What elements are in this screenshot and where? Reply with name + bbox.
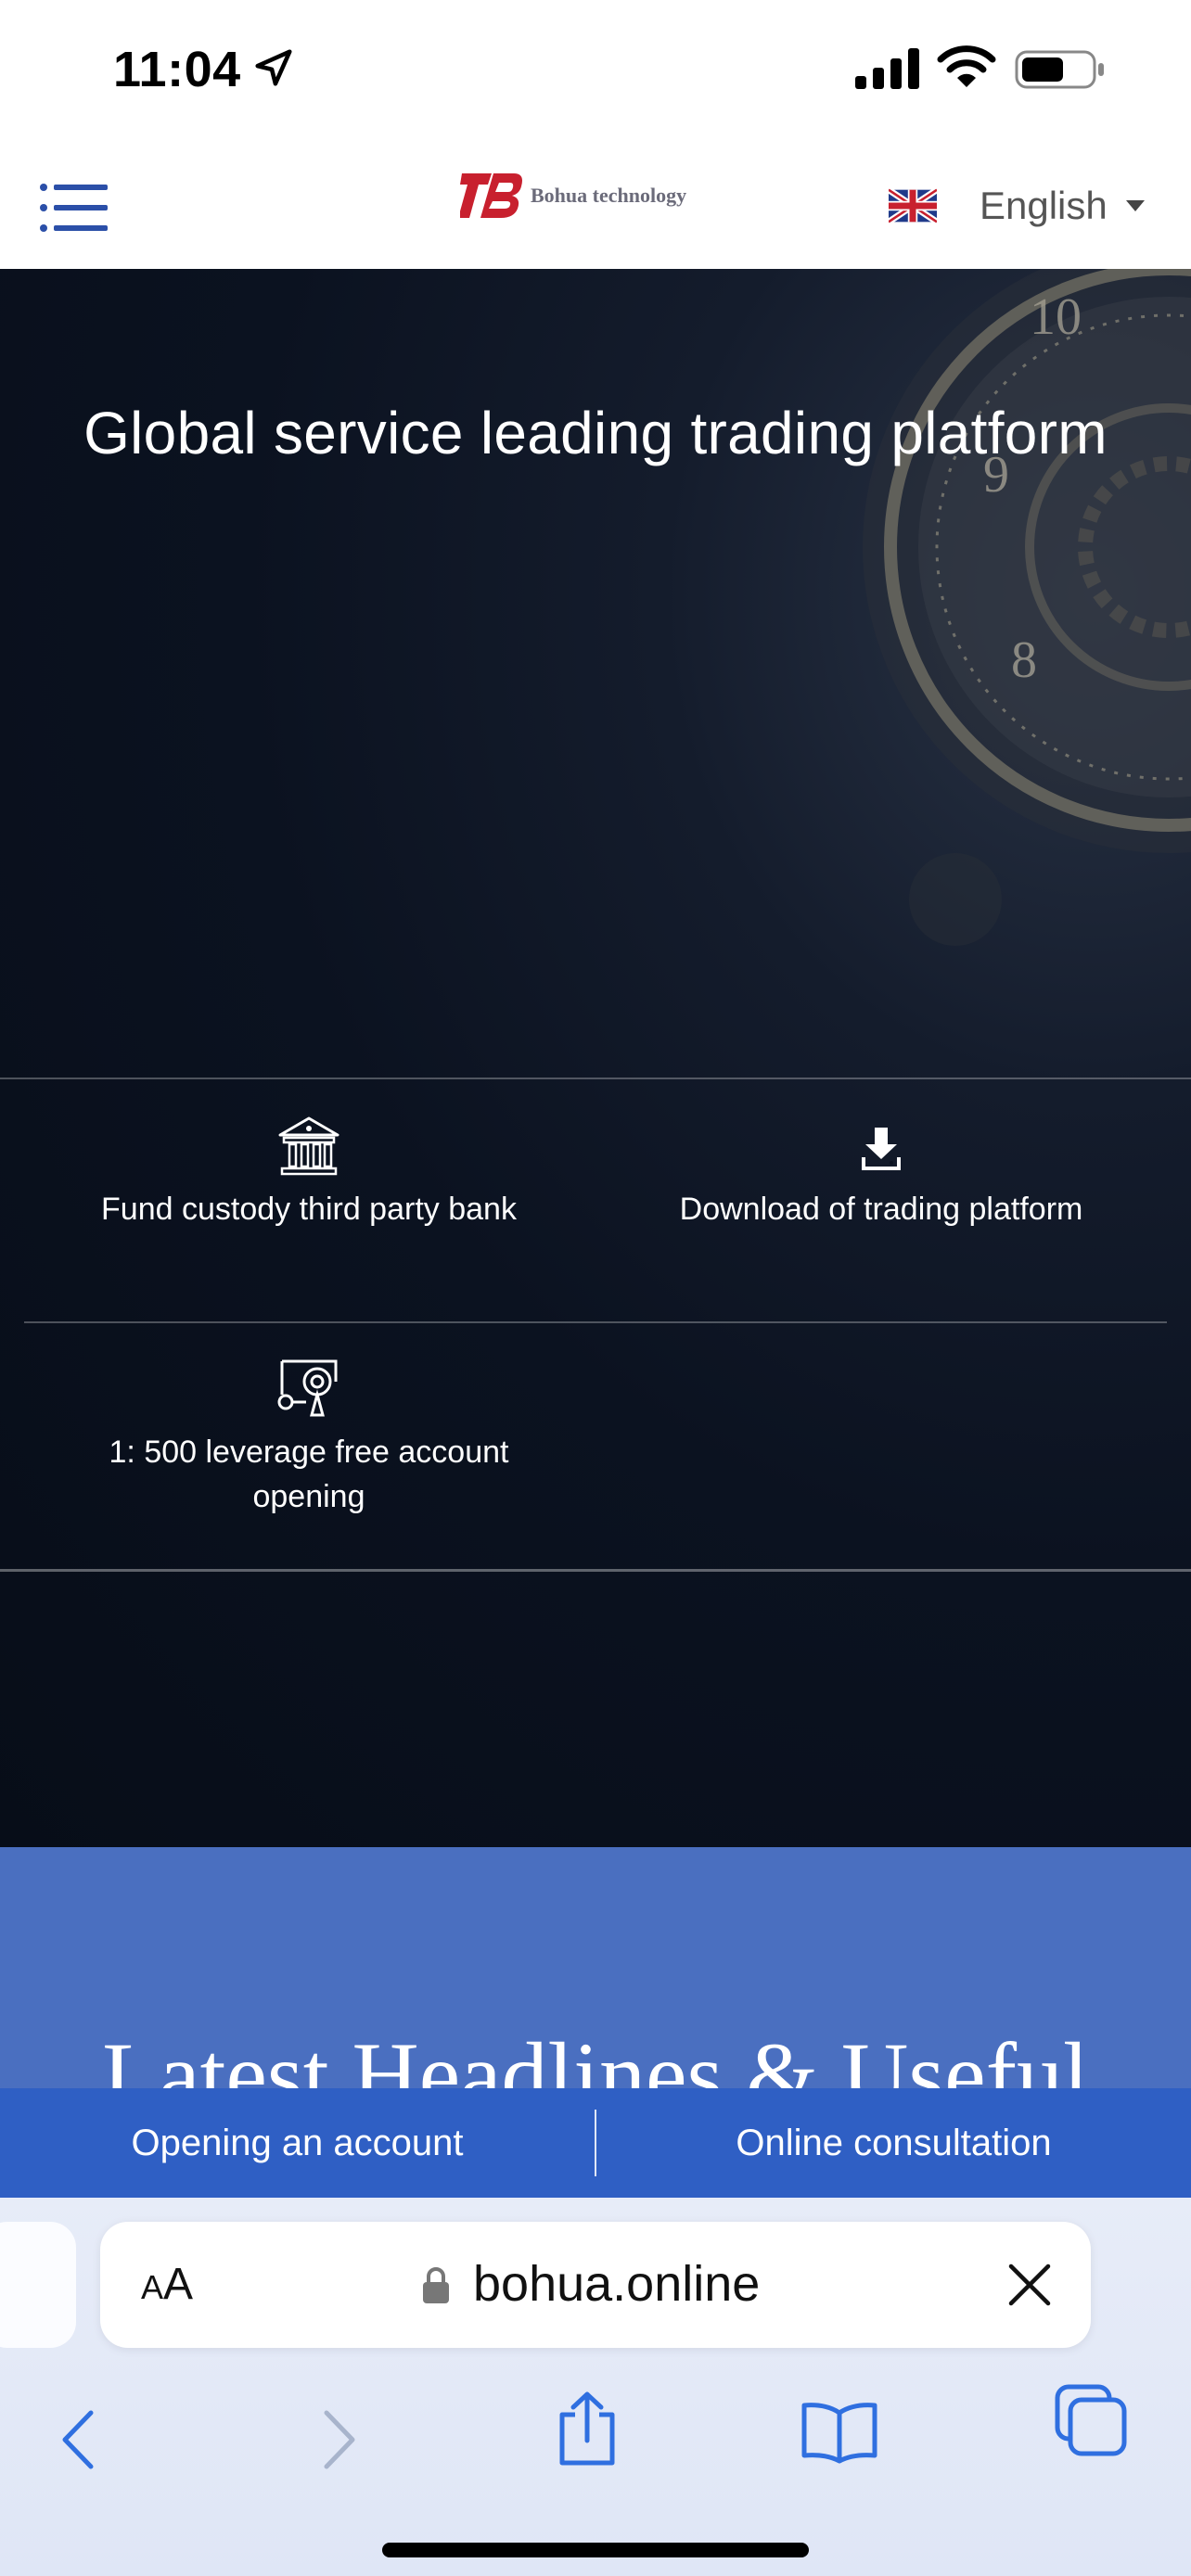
hero-banner: 9 8 10 Global service leading trading pl… xyxy=(0,269,1191,1847)
url-text: bohua.online xyxy=(473,2256,761,2312)
status-bar: 11:04 xyxy=(0,0,1191,139)
share-icon[interactable] xyxy=(555,2389,620,2468)
bank-icon xyxy=(278,1116,339,1176)
online-consultation-button[interactable]: Online consultation xyxy=(596,2123,1191,2164)
divider xyxy=(0,1078,1191,1079)
language-selector[interactable]: English xyxy=(889,169,1145,243)
forward-icon[interactable] xyxy=(317,2407,360,2472)
location-arrow-icon xyxy=(255,49,292,86)
bookmarks-icon[interactable] xyxy=(800,2400,879,2465)
wifi-icon xyxy=(937,45,996,87)
logo-text: Bohua technology xyxy=(531,184,687,207)
previous-tab-peek[interactable] xyxy=(0,2222,76,2348)
action-bar: Opening an account Online consultation xyxy=(0,2088,1191,2198)
battery-icon xyxy=(1015,50,1104,89)
feature-fund-custody[interactable]: Fund custody third party bank xyxy=(37,1115,581,1231)
divider xyxy=(0,1569,1191,1572)
status-time: 11:04 xyxy=(113,42,241,97)
download-icon xyxy=(862,1128,901,1170)
site-logo[interactable]: Bohua technology xyxy=(460,163,738,228)
open-account-button[interactable]: Opening an account xyxy=(0,2123,595,2164)
site-header: Bohua technology English xyxy=(0,139,1191,269)
cellular-signal-icon xyxy=(855,48,919,89)
feature-label: Download of trading platform xyxy=(679,1192,1083,1227)
uk-flag-icon xyxy=(889,187,937,224)
svg-text:8: 8 xyxy=(1011,631,1037,689)
caret-down-icon xyxy=(1125,200,1145,211)
feature-label: 1: 500 leverage free account opening xyxy=(109,1435,509,1514)
home-indicator xyxy=(382,2543,809,2557)
close-icon[interactable] xyxy=(1005,2261,1054,2309)
back-icon[interactable] xyxy=(58,2407,100,2472)
divider xyxy=(24,1321,1167,1323)
tabs-icon[interactable] xyxy=(1054,2383,1128,2457)
browser-toolbar: AA bohua.online xyxy=(0,2198,1191,2576)
headlines-section: Latest Headlines & Useful xyxy=(0,1847,1191,2088)
lock-icon xyxy=(423,2267,449,2303)
language-label: English xyxy=(980,184,1108,227)
reader-options-button[interactable]: AA xyxy=(141,2259,193,2310)
leverage-icon xyxy=(277,1359,338,1417)
headlines-title: Latest Headlines & Useful xyxy=(102,2023,1089,2088)
pocket-watch-image: 9 8 10 xyxy=(863,269,1191,946)
svg-text:10: 10 xyxy=(1030,288,1082,346)
feature-download-platform[interactable]: Download of trading platform xyxy=(612,1115,1150,1231)
logo-mark-icon xyxy=(460,173,522,218)
hamburger-menu-icon[interactable] xyxy=(39,180,108,236)
feature-leverage-account[interactable]: 1: 500 leverage free account opening xyxy=(74,1354,544,1519)
address-bar[interactable]: AA bohua.online xyxy=(100,2222,1091,2348)
feature-label: Fund custody third party bank xyxy=(101,1192,517,1227)
hero-title: Global service leading trading platform xyxy=(83,400,1108,466)
